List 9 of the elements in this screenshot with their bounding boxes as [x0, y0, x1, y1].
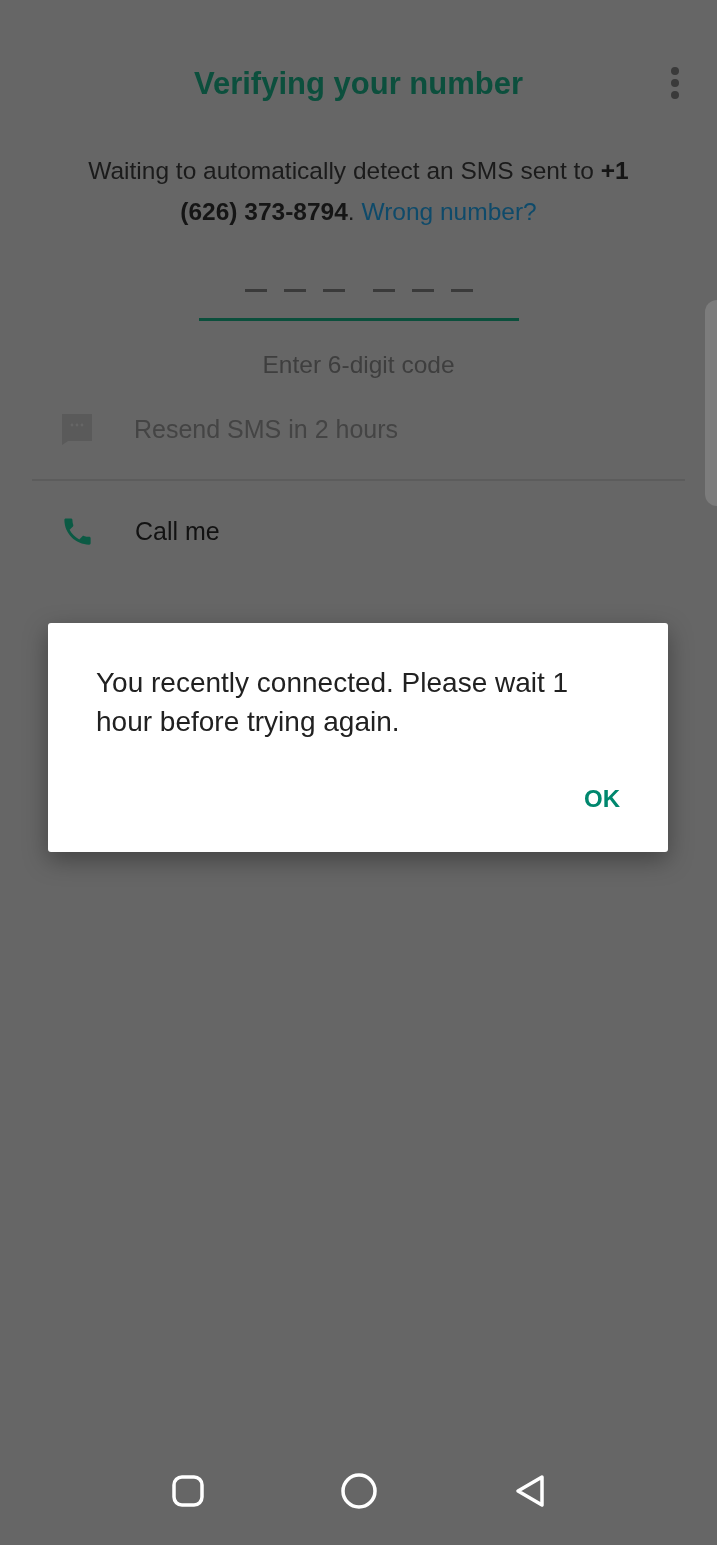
dialog-message: You recently connected. Please wait 1 hour before trying again.	[96, 666, 570, 739]
recents-icon[interactable]	[171, 1474, 204, 1507]
wrong-number-link[interactable]: Wrong number?	[361, 198, 537, 225]
option-label[interactable]: Call me	[135, 516, 220, 546]
home-icon[interactable]	[340, 1472, 377, 1509]
instruction-text: Waiting to automatically detect an SMS sent to +1 (626) 373-8794. Wrong number?	[87, 156, 630, 227]
back-icon[interactable]	[513, 1473, 546, 1508]
ok-button[interactable]: OK	[564, 777, 640, 821]
screen-title: Verifying your number	[194, 66, 523, 102]
